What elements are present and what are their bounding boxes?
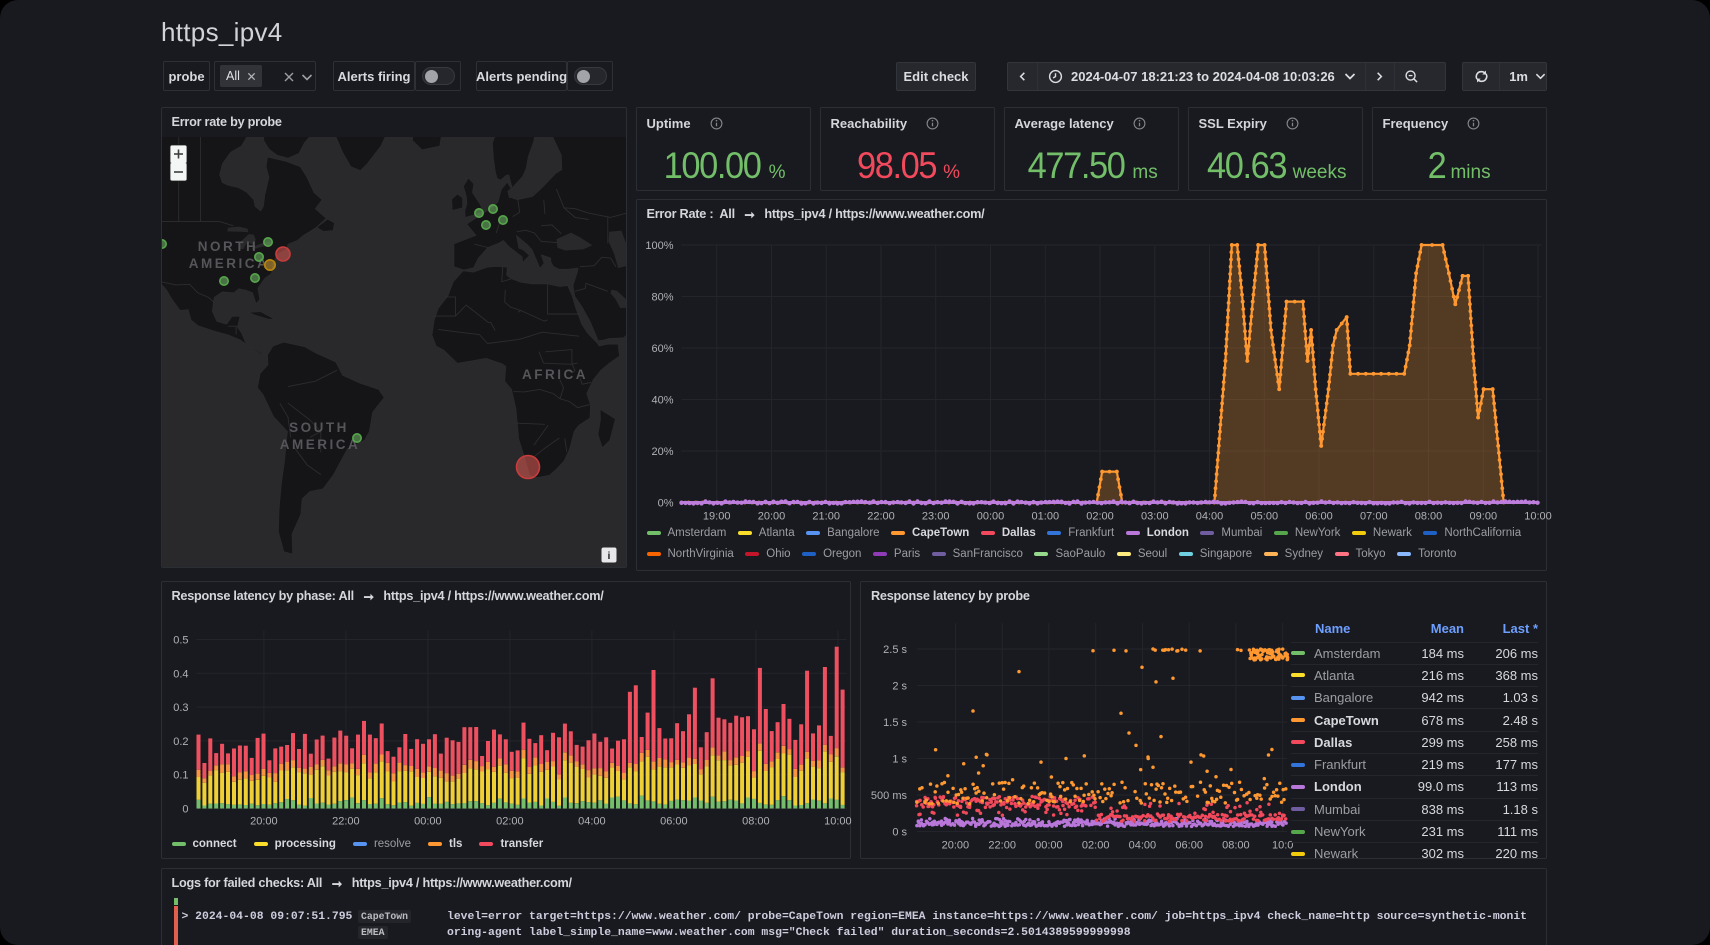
svg-text:02:00: 02:00	[496, 815, 524, 827]
svg-text:22:00: 22:00	[332, 815, 360, 827]
svg-text:06:00: 06:00	[660, 815, 688, 827]
svg-text:1 s: 1 s	[892, 753, 907, 765]
svg-text:08:00: 08:00	[742, 815, 770, 827]
svg-text:10:00: 10:00	[1524, 510, 1552, 522]
svg-text:20:00: 20:00	[250, 815, 278, 827]
svg-text:i: i	[607, 550, 610, 562]
svg-text:04:00: 04:00	[1129, 839, 1157, 851]
svg-text:40%: 40%	[651, 394, 673, 406]
svg-text:80%: 80%	[651, 291, 673, 303]
svg-text:20:00: 20:00	[757, 510, 785, 522]
svg-text:22:00: 22:00	[988, 839, 1016, 851]
svg-text:0.1: 0.1	[173, 769, 188, 781]
svg-text:AFRICA: AFRICA	[522, 367, 588, 382]
svg-text:SOUTH: SOUTH	[289, 420, 349, 435]
svg-text:01:00: 01:00	[1031, 510, 1059, 522]
svg-text:06:00: 06:00	[1305, 510, 1333, 522]
svg-text:500 ms: 500 ms	[871, 790, 908, 802]
svg-text:1.5 s: 1.5 s	[883, 717, 907, 729]
svg-text:0.2: 0.2	[173, 735, 188, 747]
svg-text:04:00: 04:00	[578, 815, 606, 827]
svg-text:04:00: 04:00	[1195, 510, 1223, 522]
svg-text:23:00: 23:00	[921, 510, 949, 522]
svg-text:02:00: 02:00	[1082, 839, 1110, 851]
svg-text:NORTH: NORTH	[197, 239, 258, 254]
svg-text:0 s: 0 s	[892, 826, 907, 838]
svg-text:19:00: 19:00	[702, 510, 730, 522]
svg-text:06:00: 06:00	[1175, 839, 1203, 851]
svg-text:07:00: 07:00	[1360, 510, 1388, 522]
svg-text:2 s: 2 s	[892, 680, 907, 692]
svg-text:00:00: 00:00	[976, 510, 1004, 522]
svg-text:0: 0	[182, 803, 188, 815]
svg-text:08:00: 08:00	[1222, 839, 1250, 851]
svg-text:2.5 s: 2.5 s	[883, 644, 907, 656]
svg-text:00:00: 00:00	[414, 815, 442, 827]
svg-text:0.4: 0.4	[173, 668, 188, 680]
svg-text:AMERICA: AMERICA	[279, 437, 360, 452]
svg-text:10:00: 10:00	[824, 815, 852, 827]
svg-text:03:00: 03:00	[1141, 510, 1169, 522]
svg-text:00:00: 00:00	[1035, 839, 1063, 851]
svg-text:22:00: 22:00	[867, 510, 895, 522]
svg-text:100%: 100%	[645, 240, 673, 252]
svg-text:21:00: 21:00	[812, 510, 840, 522]
svg-text:08:00: 08:00	[1414, 510, 1442, 522]
svg-text:60%: 60%	[651, 343, 673, 355]
svg-text:0%: 0%	[657, 497, 673, 509]
svg-text:0.3: 0.3	[173, 702, 188, 714]
svg-text:02:00: 02:00	[1086, 510, 1114, 522]
svg-text:20%: 20%	[651, 446, 673, 458]
svg-text:0.5: 0.5	[173, 634, 188, 646]
svg-text:09:00: 09:00	[1469, 510, 1497, 522]
svg-text:20:00: 20:00	[942, 839, 970, 851]
svg-text:05:00: 05:00	[1250, 510, 1278, 522]
